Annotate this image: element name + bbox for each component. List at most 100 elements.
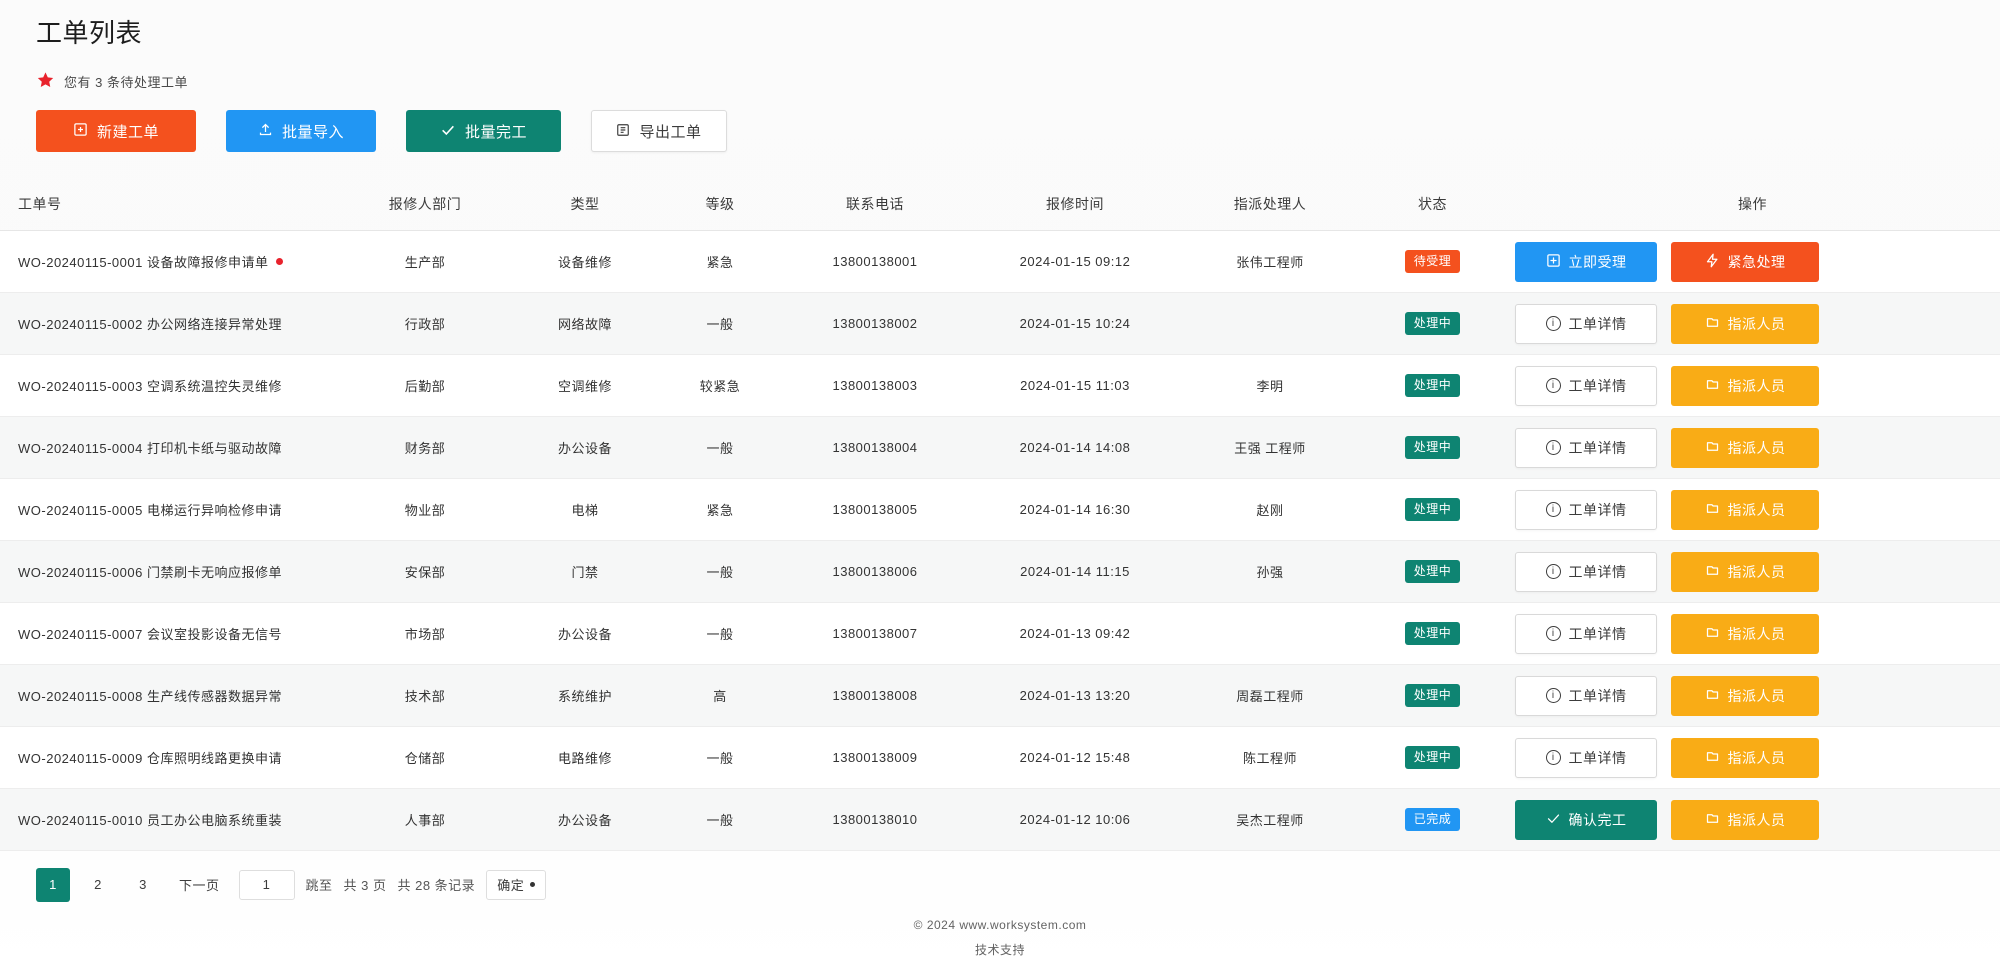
page-go-label: 确定 (497, 878, 525, 894)
action-label: 指派人员 (1727, 563, 1786, 580)
new-work-order-button[interactable]: 新建工单 (36, 110, 196, 153)
action-amber-button[interactable]: 指派人员 (1671, 365, 1819, 406)
action-ghost-button[interactable]: i 工单详情 (1515, 303, 1657, 344)
cell-type: 办公设备 (510, 788, 660, 852)
info-circle-icon: i (1545, 378, 1561, 394)
action-ghost-button[interactable]: i 工单详情 (1515, 675, 1657, 716)
cell-order: WO-20240115-0010 员工办公电脑系统重装 (0, 788, 340, 852)
table-row[interactable]: WO-20240115-0009 仓库照明线路更换申请 仓储部 电路维修 一般 1380… (0, 726, 2000, 790)
cell-type: 电梯 (510, 478, 660, 542)
action-amber-button[interactable]: 指派人员 (1671, 799, 1819, 840)
export-work-order-button[interactable]: 导出工单 (591, 110, 727, 153)
table-row[interactable]: WO-20240115-0004 打印机卡纸与驱动故障 财务部 办公设备 一般 1380… (0, 416, 2000, 480)
action-ghost-button[interactable]: i 工单详情 (1515, 551, 1657, 592)
status-badge: 处理中 (1404, 684, 1461, 708)
footer-support: 技术支持 (974, 943, 1025, 958)
table-row[interactable]: WO-20240115-0005 电梯运行异响检修申请 物业部 电梯 紧急 138001… (0, 478, 2000, 542)
action-label: 紧急处理 (1727, 253, 1786, 270)
cell-type: 设备维修 (510, 230, 660, 294)
page-go-button[interactable]: 确定 (486, 869, 547, 900)
action-label: 工单详情 (1568, 315, 1627, 332)
export-icon (616, 123, 630, 140)
cell-phone: 13800138004 (780, 416, 970, 480)
cell-type: 办公设备 (510, 416, 660, 480)
table-row[interactable]: WO-20240115-0007 会议室投影设备无信号 市场部 办公设备 一般 1380… (0, 602, 2000, 666)
cell-type: 网络故障 (510, 292, 660, 356)
cell-person: 王强 工程师 (1180, 416, 1360, 480)
action-ghost-button[interactable]: i 工单详情 (1515, 365, 1657, 406)
page-jump-input[interactable] (238, 869, 295, 900)
assign-icon (1705, 315, 1720, 332)
assign-icon (1705, 439, 1720, 456)
action-ghost-button[interactable]: i 工单详情 (1515, 613, 1657, 654)
info-circle-icon: i (1545, 502, 1561, 518)
column-header-level: 等级 (660, 180, 780, 232)
upload-icon (258, 122, 273, 140)
action-ghost-button[interactable]: i 工单详情 (1515, 427, 1657, 468)
page-next-button[interactable]: 下一页 (171, 868, 228, 902)
table-header-row: 工单号 报修人部门 类型 等级 联系电话 报修时间 指派处理人 状态 操作 (0, 180, 2000, 232)
info-circle-icon: i (1545, 316, 1561, 332)
table-row[interactable]: WO-20240115-0008 生产线传感器数据异常 技术部 系统维护高 13800… (0, 664, 2000, 728)
action-amber-button[interactable]: 指派人员 (1671, 737, 1819, 778)
action-blue-button[interactable]: 立即受理 (1515, 241, 1657, 282)
action-ghost-button[interactable]: i 工单详情 (1515, 489, 1657, 530)
action-label: 指派人员 (1727, 625, 1786, 642)
cell-actions: i 工单详情 指派人员 (1505, 540, 2000, 604)
action-teal-button[interactable]: 确认完工 (1515, 799, 1657, 840)
order-number: WO-20240115-0006 门禁刷卡无响应报修单 (18, 565, 282, 581)
cell-status: 处理中 (1360, 664, 1505, 728)
cell-dept: 行政部 (340, 292, 510, 356)
action-button-group: i 工单详情 指派人员 (1509, 551, 1996, 592)
action-amber-button[interactable]: 指派人员 (1671, 675, 1819, 716)
action-amber-button[interactable]: 指派人员 (1671, 427, 1819, 468)
page-button-2[interactable]: 2 (81, 868, 115, 902)
cell-time: 2024-01-14 16:30 (970, 478, 1180, 542)
cell-phone: 13800138002 (780, 292, 970, 356)
cell-phone: 13800138005 (780, 478, 970, 542)
table-row[interactable]: WO-20240115-0002 办公网络连接异常处理 行政部 网络故障 一般 1380… (0, 292, 2000, 356)
action-amber-button[interactable]: 指派人员 (1671, 613, 1819, 654)
page-title: 工单列表 (36, 18, 143, 48)
page-button-1[interactable]: 1 (36, 867, 70, 902)
column-header-person: 指派处理人 (1180, 180, 1360, 232)
cell-level: 紧急 (660, 230, 780, 294)
cell-order: WO-20240115-0006 门禁刷卡无响应报修单 (0, 540, 340, 604)
cell-person: 赵刚 (1180, 478, 1360, 542)
cell-type: 系统维护 (510, 664, 660, 728)
assign-icon (1705, 625, 1720, 642)
status-badge: 处理中 (1404, 436, 1461, 460)
table-body: WO-20240115-0001 设备故障报修申请单 生产部 设备维修 紧急 13800… (0, 230, 2000, 852)
action-amber-button[interactable]: 指派人员 (1671, 303, 1819, 344)
action-amber-button[interactable]: 指派人员 (1671, 551, 1819, 592)
status-badge: 处理中 (1404, 312, 1461, 336)
table-row[interactable]: WO-20240115-0001 设备故障报修申请单 生产部 设备维修 紧急 13800… (0, 230, 2000, 294)
page-button-3[interactable]: 3 (126, 868, 160, 902)
info-circle-icon: i (1545, 440, 1561, 456)
table-row[interactable]: WO-20240115-0006 门禁刷卡无响应报修单 安保部 门禁 一般 138001… (0, 540, 2000, 604)
table-row[interactable]: WO-20240115-0003 空调系统温控失灵维修 后勤部 空调维修 较紧急 138… (0, 354, 2000, 418)
action-amber-button[interactable]: 指派人员 (1671, 489, 1819, 530)
action-button-group: i 工单详情 指派人员 (1509, 737, 1996, 778)
cell-dept: 人事部 (340, 788, 510, 852)
cell-order: WO-20240115-0005 电梯运行异响检修申请 (0, 478, 340, 542)
action-label: 指派人员 (1727, 687, 1786, 704)
action-label: 指派人员 (1727, 315, 1786, 332)
action-ghost-button[interactable]: i 工单详情 (1515, 737, 1657, 778)
cell-type: 门禁 (510, 540, 660, 604)
action-label: 工单详情 (1568, 563, 1627, 580)
cell-status: 处理中 (1360, 354, 1505, 418)
action-red-button[interactable]: 紧急处理 (1671, 241, 1819, 282)
cell-order: WO-20240115-0001 设备故障报修申请单 (0, 230, 340, 294)
batch-complete-button[interactable]: 批量完工 (406, 110, 561, 153)
batch-import-button[interactable]: 批量导入 (226, 110, 376, 153)
status-badge: 待受理 (1404, 250, 1461, 274)
action-label: 工单详情 (1568, 625, 1627, 642)
check-icon (1546, 811, 1561, 828)
cell-level: 一般 (660, 416, 780, 480)
column-header-phone: 联系电话 (780, 180, 970, 232)
column-header-order: 工单号 (0, 180, 340, 232)
cell-order: WO-20240115-0004 打印机卡纸与驱动故障 (0, 416, 340, 480)
cell-person: 周磊工程师 (1180, 664, 1360, 728)
table-row[interactable]: WO-20240115-0010 员工办公电脑系统重装 人事部 办公设备 一般 1380… (0, 788, 2000, 852)
